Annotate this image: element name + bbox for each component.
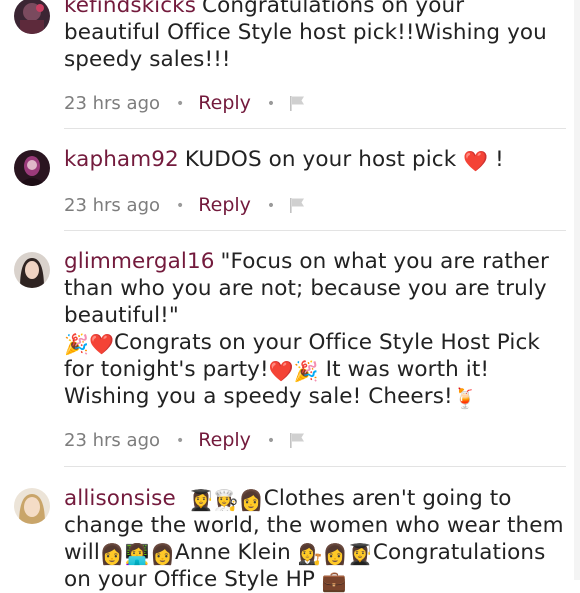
comment-body: kefindskicks Congratulations on your beau…	[64, 0, 566, 73]
avatar[interactable]	[14, 252, 50, 288]
heart-icon: ❤️	[268, 359, 294, 383]
student-icon: 👩‍🎓	[188, 488, 214, 512]
comment-username[interactable]: kapham92	[64, 147, 179, 172]
student-icon: 👩‍🎓	[347, 542, 373, 566]
flag-icon[interactable]	[289, 430, 307, 456]
separator-dot: •	[176, 198, 185, 214]
heart-icon: ❤️	[89, 332, 115, 356]
separator-dot: •	[176, 433, 185, 449]
heart-icon: ❤️	[463, 149, 489, 173]
reply-button[interactable]: Reply	[198, 92, 251, 114]
comment-text-brand: Anne Klein	[174, 540, 291, 565]
comment-username[interactable]: kefindskicks	[64, 0, 196, 18]
comment-time: 23 hrs ago	[64, 430, 161, 451]
comment-time: 23 hrs ago	[64, 195, 161, 216]
comment-meta: 23 hrs ago • Reply •	[64, 192, 307, 218]
technologist-icon: 👩‍💻	[124, 542, 150, 566]
separator-dot: •	[266, 198, 276, 214]
comment-body: glimmergal16 "Focus on what you are rathe…	[64, 248, 566, 410]
woman-icon: 👩	[322, 542, 348, 566]
reply-button[interactable]: Reply	[198, 194, 251, 216]
divider	[64, 466, 566, 467]
woman-icon: 👩	[149, 542, 175, 566]
avatar[interactable]	[14, 150, 50, 186]
party-popper-icon: 🎉	[64, 332, 90, 356]
comment-body: kapham92 KUDOS on your host pick ❤️ !	[64, 146, 566, 173]
comment-username[interactable]: glimmergal16	[64, 249, 215, 274]
avatar[interactable]	[14, 0, 50, 34]
separator-dot: •	[266, 433, 276, 449]
woman-icon: 👩	[238, 488, 264, 512]
divider	[64, 230, 566, 231]
comment-text-end: !	[495, 147, 504, 172]
tropical-drink-icon: 🍹	[452, 386, 478, 410]
separator-dot: •	[266, 96, 276, 112]
judge-icon: 👩‍⚖️	[297, 542, 323, 566]
comment-meta: 23 hrs ago • Reply •	[64, 90, 307, 116]
chef-icon: 👩‍🍳	[213, 488, 239, 512]
woman-icon: 👩	[99, 542, 125, 566]
avatar[interactable]	[14, 488, 50, 524]
comment-time: 23 hrs ago	[64, 93, 161, 114]
flag-icon[interactable]	[289, 195, 307, 221]
comment-meta: 23 hrs ago • Reply •	[64, 427, 307, 453]
scrollbar-track[interactable]	[574, 0, 580, 580]
separator-dot: •	[176, 96, 185, 112]
flag-icon[interactable]	[289, 93, 307, 119]
briefcase-icon: 💼	[321, 569, 347, 593]
comment-username[interactable]: allisonsise	[64, 486, 176, 511]
comment-body: allisonsise 👩‍🎓👩‍🍳👩Clothes aren't going …	[64, 485, 566, 593]
party-popper-icon: 🎉	[293, 359, 319, 383]
reply-button[interactable]: Reply	[198, 429, 251, 451]
comment-text: KUDOS on your host pick	[184, 147, 457, 172]
divider	[64, 128, 566, 129]
